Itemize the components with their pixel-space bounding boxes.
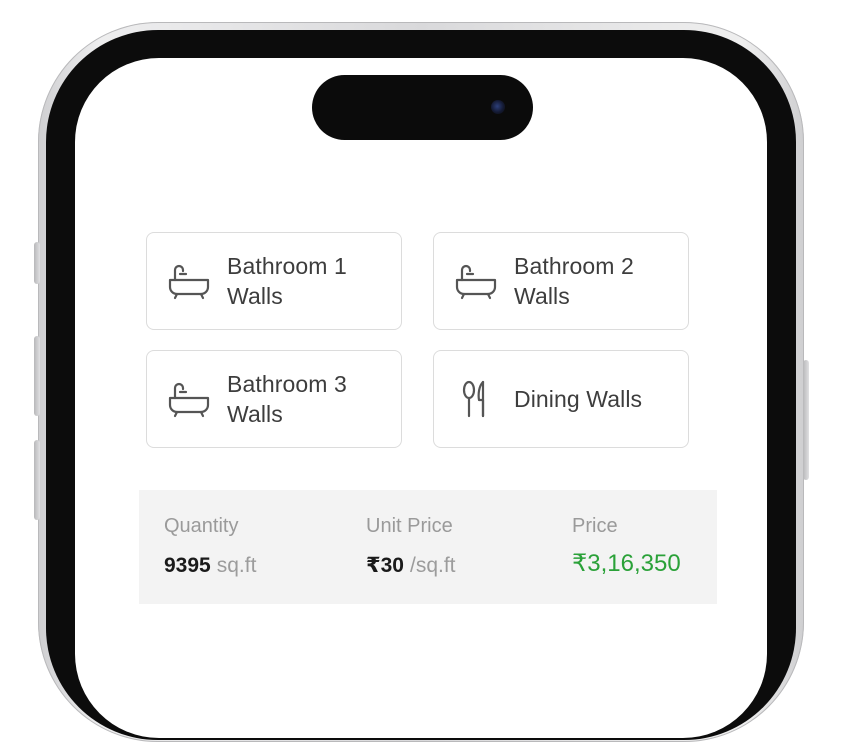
unit-price-value: ₹30	[366, 554, 404, 577]
unit-price-value-row: ₹30/sq.ft	[366, 554, 456, 578]
unit-price-unit: /sq.ft	[409, 554, 456, 577]
quantity-value-row: 9395 sq.ft	[164, 554, 256, 578]
volume-down-button	[34, 440, 40, 520]
action-button	[34, 242, 40, 284]
dynamic-island	[312, 75, 533, 140]
bathtub-icon	[165, 261, 213, 301]
front-camera-icon	[491, 100, 505, 114]
price-column: Price ₹3,16,350	[572, 514, 681, 576]
category-card-dining[interactable]: Dining Walls	[433, 350, 689, 448]
quantity-value: 9395	[164, 554, 211, 577]
quantity-unit: sq.ft	[216, 554, 257, 577]
unit-price-column: Unit Price ₹30/sq.ft	[366, 514, 456, 578]
category-label: Dining Walls	[514, 386, 643, 412]
volume-up-button	[34, 336, 40, 416]
quantity-column: Quantity 9395 sq.ft	[164, 514, 256, 578]
bathtub-icon	[452, 261, 500, 301]
power-button	[803, 360, 809, 480]
category-label: Bathroom 1 Walls	[227, 253, 347, 309]
quantity-label: Quantity	[164, 515, 239, 537]
screen: Bathroom 1 Walls Bathroom 2 Walls Bathro…	[75, 58, 767, 738]
category-label: Bathroom 2 Walls	[514, 253, 634, 309]
price-label: Price	[572, 515, 618, 537]
category-card-bathroom-2[interactable]: Bathroom 2 Walls	[433, 232, 689, 330]
price-summary: Quantity 9395 sq.ft Unit Price ₹30/sq.ft …	[139, 490, 717, 604]
category-card-bathroom-3[interactable]: Bathroom 3 Walls	[146, 350, 402, 448]
price-value: ₹3,16,350	[572, 550, 681, 577]
dining-icon	[452, 379, 500, 419]
category-card-bathroom-1[interactable]: Bathroom 1 Walls	[146, 232, 402, 330]
category-label: Bathroom 3 Walls	[227, 371, 347, 427]
unit-price-label: Unit Price	[366, 515, 453, 537]
bathtub-icon	[165, 379, 213, 419]
